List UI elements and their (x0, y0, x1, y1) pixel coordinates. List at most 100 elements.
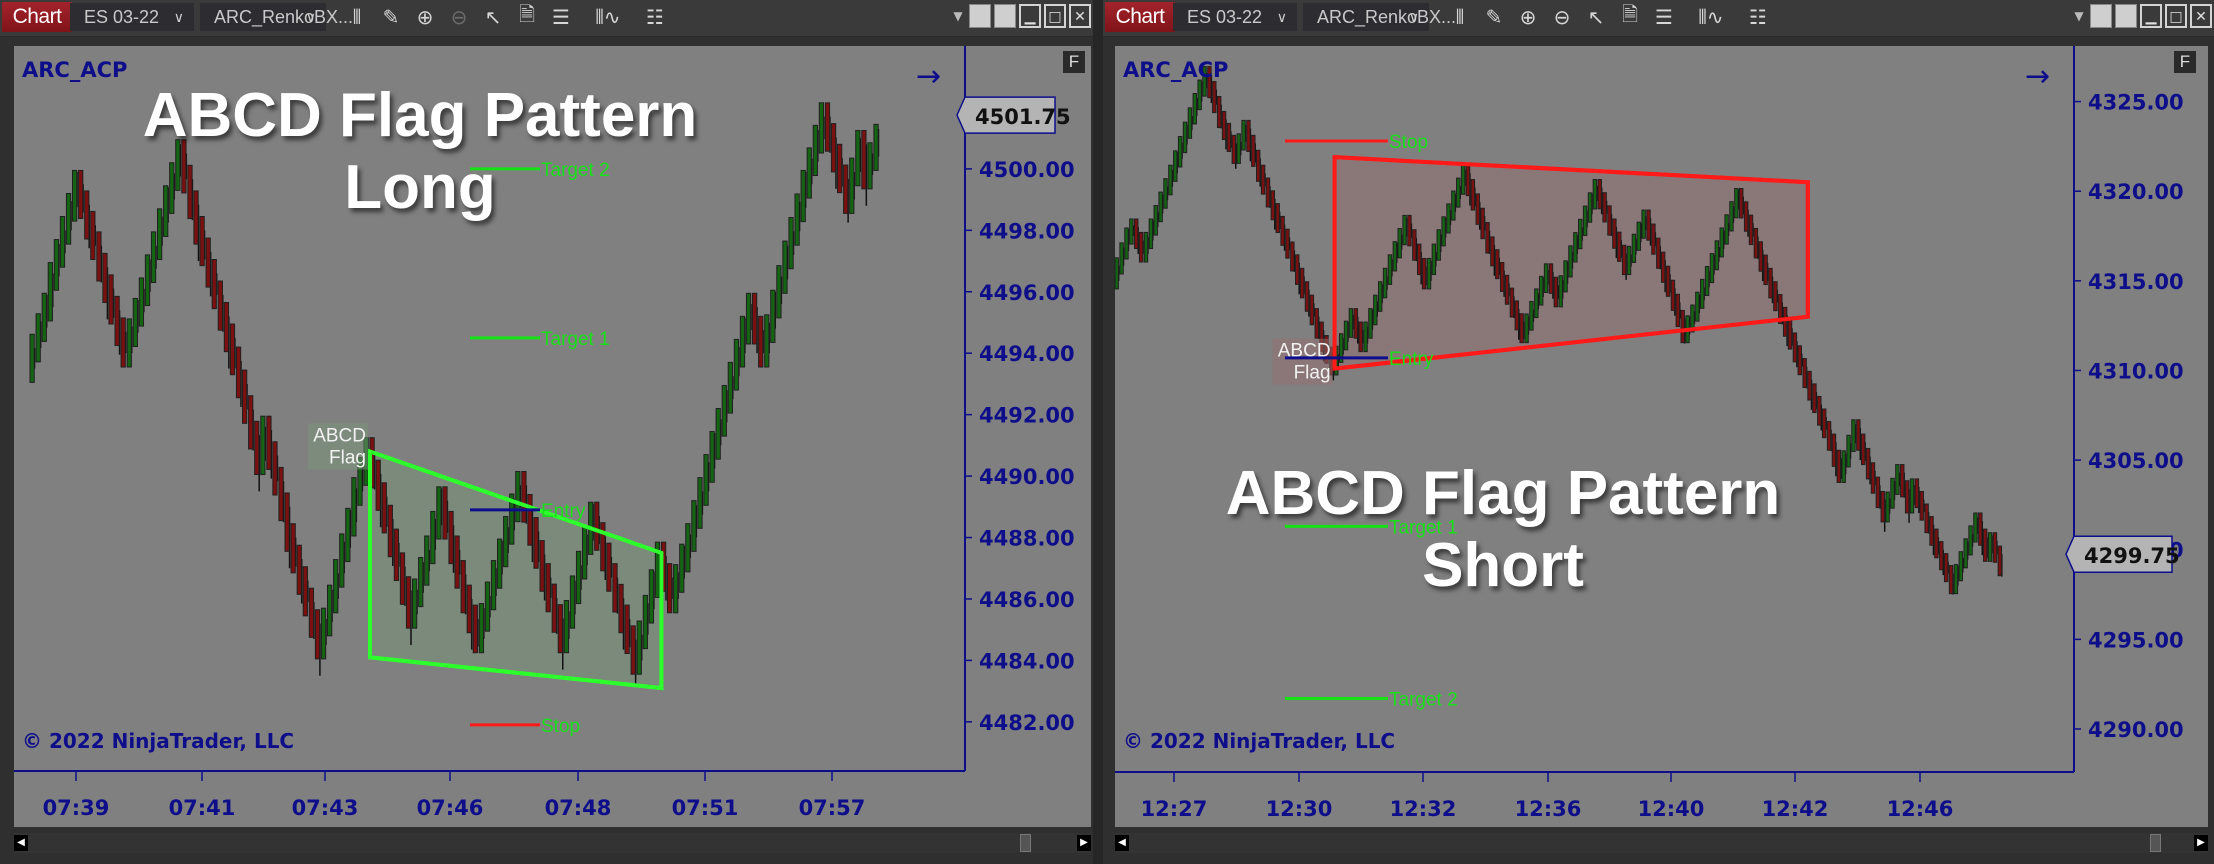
down-bar (758, 315, 764, 368)
down-bar (1978, 512, 1983, 546)
down-bar (1763, 254, 1768, 286)
up-bar (47, 262, 53, 322)
f-button[interactable]: F (2174, 51, 2196, 73)
down-bar (1353, 308, 1358, 339)
price-tick-label: 4486.00 (979, 588, 1075, 612)
down-bar (1553, 276, 1559, 308)
down-bar (1470, 179, 1476, 211)
up-bar (1387, 254, 1393, 285)
up-bar (1426, 257, 1432, 290)
down-bar (1514, 300, 1520, 331)
down-bar (1900, 464, 1905, 498)
f-button[interactable]: F (1063, 51, 1085, 73)
scroll-thumb[interactable] (2150, 834, 2161, 852)
down-bar (1509, 287, 1515, 318)
down-bar (1490, 236, 1495, 267)
up-bar (727, 361, 733, 414)
scroll-thumb[interactable] (1020, 834, 1031, 852)
time-tick-label: 07:43 (292, 796, 359, 820)
up-bar (150, 231, 157, 284)
down-bar (399, 552, 406, 605)
up-bar (788, 217, 794, 270)
down-bar (217, 280, 223, 331)
up-bar (53, 239, 60, 291)
down-bar (78, 169, 84, 220)
down-bar (1943, 553, 1949, 583)
time-tick-label: 07:48 (545, 796, 612, 820)
up-bar (1456, 177, 1461, 208)
up-bar (1704, 265, 1710, 296)
down-bar (1612, 218, 1617, 249)
up-bar (1958, 551, 1964, 582)
scroll-left-icon[interactable]: ◀ (14, 835, 28, 851)
up-bar (1636, 221, 1641, 251)
up-bar (1841, 450, 1846, 483)
up-bar (72, 169, 78, 222)
down-bar (533, 517, 539, 569)
up-bar (484, 581, 491, 632)
up-bar (1182, 121, 1188, 154)
up-bar (582, 526, 588, 580)
down-bar (1821, 408, 1827, 439)
scroll-right-icon[interactable]: ▶ (2194, 835, 2208, 851)
up-bar (320, 607, 327, 660)
down-bar (381, 482, 387, 534)
down-bar (1212, 81, 1217, 114)
down-bar (1651, 223, 1656, 255)
down-bar (1260, 164, 1266, 195)
up-bar (345, 507, 351, 563)
down-bar (254, 420, 260, 476)
down-bar (296, 544, 302, 595)
down-bar (1304, 281, 1310, 312)
down-bar (460, 560, 466, 614)
down-bar (102, 252, 108, 304)
horizontal-scrollbar[interactable]: ◀ ▶ (1115, 833, 2208, 853)
down-bar (302, 566, 308, 617)
scroll-to-end-arrow-icon[interactable]: → (916, 62, 941, 92)
down-bar (1929, 516, 1934, 546)
up-bar (351, 477, 357, 537)
down-bar (1216, 95, 1222, 129)
down-bar (1939, 541, 1944, 571)
time-tick-label: 12:32 (1390, 797, 1457, 821)
horizontal-scrollbar[interactable]: ◀ ▶ (14, 833, 1091, 853)
up-bar (138, 277, 145, 327)
up-bar (685, 523, 691, 573)
down-bar (1270, 190, 1276, 221)
price-tick-label: 4320.00 (2088, 180, 2184, 204)
down-bar (1480, 207, 1485, 240)
down-bar (630, 625, 636, 675)
up-bar (739, 315, 746, 368)
up-bar (782, 240, 788, 294)
scroll-right-icon[interactable]: ▶ (1077, 835, 1091, 851)
up-bar (679, 543, 685, 593)
overlay-title-line2: Short (1422, 531, 1584, 600)
up-bar (642, 594, 648, 650)
up-bar (59, 215, 66, 268)
down-bar (1309, 294, 1315, 326)
up-bar (867, 142, 873, 190)
chart-window-right: Chart ES 03-22 ∨ ARC_RenkoBX... ∨ ⫴ ✎ ⊕ ⊖ … (1103, 0, 2214, 864)
down-bar (618, 583, 624, 634)
level-label: Target 1 (541, 329, 610, 350)
up-bar (424, 535, 430, 586)
scroll-left-icon[interactable]: ◀ (1115, 835, 1129, 851)
down-bar (1417, 243, 1422, 276)
level-label: Entry (1389, 349, 1434, 370)
panel-divider[interactable] (1093, 0, 1103, 864)
up-bar (1968, 525, 1973, 556)
down-bar (1285, 228, 1290, 259)
down-bar (120, 317, 126, 368)
level-label: Stop (1389, 132, 1428, 153)
up-bar (1460, 164, 1466, 195)
up-bar (1582, 205, 1588, 236)
up-bar (333, 559, 339, 614)
up-bar (1699, 278, 1705, 309)
up-bar (1197, 79, 1202, 111)
up-bar (1846, 434, 1851, 468)
price-tick-label: 4325.00 (2088, 91, 2184, 115)
up-bar (478, 603, 485, 654)
up-bar (636, 620, 642, 675)
up-bar (575, 550, 582, 605)
scroll-to-end-arrow-icon[interactable]: → (2025, 62, 2050, 92)
